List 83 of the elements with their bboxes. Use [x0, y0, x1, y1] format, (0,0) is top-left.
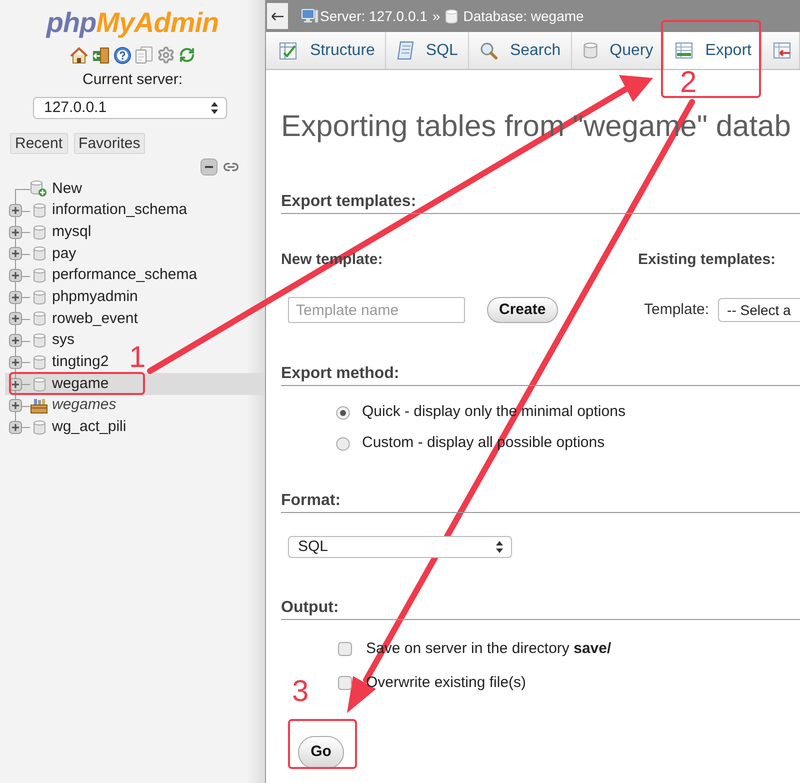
annotation-frame	[288, 719, 357, 769]
annotation-number: 2	[680, 68, 697, 98]
database-item[interactable]: information_schema	[5, 200, 194, 222]
new-database-icon	[30, 180, 47, 198]
database-item[interactable]: roweb_event	[5, 308, 144, 330]
sidebar-button[interactable]: Favorites	[74, 133, 146, 154]
go-button[interactable]: Go	[298, 736, 344, 769]
database-item[interactable]: pay	[5, 243, 82, 265]
database-icon	[32, 311, 46, 326]
scroll-icon	[396, 41, 414, 60]
database-item[interactable]: mysql	[5, 221, 98, 244]
database-icon	[32, 376, 46, 392]
template-name-input[interactable]: Template name	[288, 297, 465, 323]
expand-icon[interactable]	[9, 290, 22, 304]
expand-icon[interactable]	[9, 269, 22, 282]
format-select[interactable]: SQL	[288, 536, 512, 558]
settings-icon[interactable]	[157, 46, 175, 64]
database-icon	[445, 8, 458, 24]
database-item[interactable]: sys	[5, 330, 80, 352]
annotation-number: 1	[129, 343, 146, 373]
section-heading: Output:	[281, 598, 800, 620]
expand-icon[interactable]	[9, 312, 22, 326]
tab[interactable]: Structure	[268, 32, 386, 69]
database-icon	[32, 333, 46, 348]
current-server-label: Current server:	[82, 70, 183, 90]
back-arrow-icon	[271, 12, 284, 20]
updown-caret-icon	[496, 541, 503, 553]
tab[interactable]: Search	[468, 32, 572, 69]
annotation-number: 3	[292, 677, 309, 707]
door-arrow-icon[interactable]	[92, 46, 110, 64]
crate-icon	[30, 398, 48, 414]
logo[interactable]: phpMyAdmin	[46, 6, 219, 40]
tab[interactable]: Export	[664, 32, 762, 69]
monitor-icon	[301, 8, 319, 24]
field-label: Template:	[644, 300, 710, 320]
server-select[interactable]: 127.0.0.1	[33, 97, 227, 119]
template-select[interactable]: -- Select a	[718, 298, 800, 322]
new-database-item[interactable]: New	[5, 178, 88, 200]
expand-icon[interactable]	[9, 204, 22, 218]
database-icon	[32, 290, 46, 305]
database-item[interactable]: wg_act_pili	[5, 416, 132, 438]
create-button[interactable]: Create	[487, 297, 558, 323]
table-arrow-icon	[773, 42, 792, 59]
section-heading: Format:	[281, 491, 800, 513]
checkbox[interactable]	[338, 642, 352, 656]
reload-icon[interactable]	[179, 47, 195, 63]
collapse-all-icon[interactable]	[200, 158, 218, 176]
sidebar-button[interactable]: Recent	[10, 133, 68, 154]
expand-icon[interactable]	[9, 356, 22, 369]
radio-button[interactable]	[336, 436, 350, 450]
database-item[interactable]: tingting2	[5, 352, 115, 374]
database-item[interactable]: phpmyadmin	[5, 286, 144, 308]
table-check-icon	[279, 42, 298, 60]
section-heading: Export method:	[281, 364, 800, 386]
documents-icon[interactable]	[135, 46, 153, 64]
home-icon[interactable]	[70, 46, 88, 64]
breadcrumb-separator: »	[432, 6, 440, 26]
database-icon	[32, 203, 46, 218]
expand-icon[interactable]	[9, 334, 22, 348]
database-icon	[32, 224, 46, 240]
expand-icon[interactable]	[9, 399, 22, 412]
database-item[interactable]: performance_schema	[5, 264, 204, 286]
updown-caret-icon	[211, 102, 218, 114]
option-label: Overwrite existing file(s)	[366, 672, 526, 693]
field-label: Existing templates:	[638, 251, 776, 268]
database-icon	[32, 246, 46, 262]
search-icon	[480, 42, 498, 60]
database-item[interactable]: wegame	[5, 373, 265, 395]
expand-icon[interactable]	[9, 247, 22, 260]
table-icon	[675, 42, 694, 59]
back-button[interactable]	[267, 3, 288, 29]
database-icon	[32, 354, 46, 370]
database-item[interactable]: wegames	[5, 394, 122, 417]
tab[interactable]: SQL	[386, 32, 469, 69]
expand-icon[interactable]	[9, 226, 22, 239]
expand-icon[interactable]	[9, 420, 22, 434]
database-icon	[32, 268, 46, 284]
database-icon	[582, 42, 598, 59]
help-icon[interactable]	[114, 46, 131, 64]
checkbox[interactable]	[338, 676, 352, 690]
radio-button[interactable]	[336, 406, 350, 420]
database-icon	[32, 420, 46, 435]
section-heading: Export templates:	[281, 192, 800, 214]
